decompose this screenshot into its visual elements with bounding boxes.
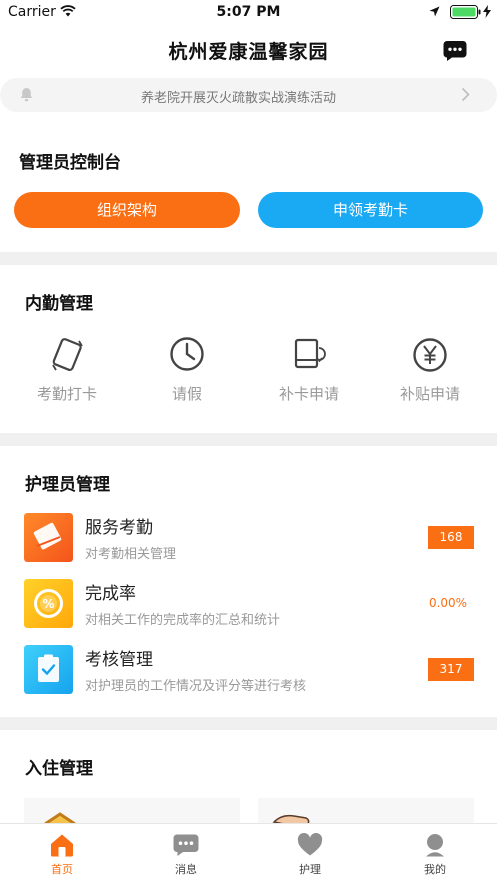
page-title: 杭州爱康温馨家园 xyxy=(168,41,329,63)
profile-icon xyxy=(426,834,444,857)
tab-bar: 首页 消息 护理 我的 xyxy=(0,823,497,883)
service-attendance-row[interactable]: 服务考勤 对考勤相关管理 168 xyxy=(0,508,497,568)
message-icon xyxy=(173,834,199,856)
notice-text: 养老院开展灭火疏散实战演练活动 xyxy=(140,91,336,106)
service-attendance-subtitle: 对考勤相关管理 xyxy=(85,547,177,562)
svg-text:%: % xyxy=(42,597,54,611)
chat-icon[interactable] xyxy=(443,40,467,62)
card-replace-icon xyxy=(294,338,326,369)
section-divider xyxy=(0,252,497,265)
subsidy-item[interactable]: 补贴申请 xyxy=(375,335,485,404)
apply-attendance-card-button[interactable]: 申领考勤卡 xyxy=(258,192,483,228)
clock-icon xyxy=(170,337,204,371)
assessment-icon xyxy=(24,645,73,694)
chevron-right-icon xyxy=(461,87,470,102)
count-badge: 317 xyxy=(428,658,474,681)
charging-bolt-icon xyxy=(483,5,491,18)
attendance-management-title: 内勤管理 xyxy=(25,294,93,314)
location-arrow-icon xyxy=(429,6,440,17)
service-attendance-title: 服务考勤 xyxy=(85,518,153,538)
home-icon xyxy=(51,834,73,857)
assessment-title: 考核管理 xyxy=(85,650,153,670)
completion-rate-row[interactable]: % 完成率 对相关工作的完成率的汇总和统计 0.00% xyxy=(0,574,497,634)
tab-home[interactable]: 首页 xyxy=(0,824,124,883)
punch-card-label: 考勤打卡 xyxy=(36,385,97,403)
heart-icon xyxy=(297,833,323,856)
service-attendance-icon xyxy=(24,513,73,562)
admin-console-title: 管理员控制台 xyxy=(19,153,121,173)
nav-bar: 杭州爱康温馨家园 xyxy=(0,30,497,70)
tab-messages-label: 消息 xyxy=(175,863,197,876)
completion-rate-icon: % xyxy=(24,579,73,628)
leave-label: 请假 xyxy=(171,385,202,403)
card-replacement-item[interactable]: 补卡申请 xyxy=(254,335,364,404)
assessment-subtitle: 对护理员的工作情况及评分等进行考核 xyxy=(85,679,307,694)
completion-rate-subtitle: 对相关工作的完成率的汇总和统计 xyxy=(85,613,281,628)
card-replacement-label: 补卡申请 xyxy=(278,385,339,403)
leave-item[interactable]: 请假 xyxy=(132,335,242,404)
organization-button[interactable]: 组织架构 xyxy=(14,192,240,228)
checkin-management-title: 入住管理 xyxy=(25,759,93,779)
tab-messages[interactable]: 消息 xyxy=(124,824,248,883)
notice-bar[interactable]: 养老院开展灭火疏散实战演练活动 xyxy=(0,78,497,112)
battery-icon xyxy=(450,5,481,19)
yen-icon xyxy=(413,338,447,372)
completion-rate-title: 完成率 xyxy=(85,584,136,604)
status-bar: Carrier 5:07 PM xyxy=(0,0,497,26)
section-divider xyxy=(0,433,497,446)
tab-care[interactable]: 护理 xyxy=(248,824,372,883)
tab-home-label: 首页 xyxy=(51,863,73,876)
assessment-row[interactable]: 考核管理 对护理员的工作情况及评分等进行考核 317 xyxy=(0,640,497,700)
count-badge: 168 xyxy=(428,526,474,549)
tab-care-label: 护理 xyxy=(299,863,321,876)
subsidy-label: 补贴申请 xyxy=(399,385,460,403)
punch-card-item[interactable]: 考勤打卡 xyxy=(12,335,122,404)
tab-profile-label: 我的 xyxy=(424,863,446,876)
tab-profile[interactable]: 我的 xyxy=(373,824,497,883)
punch-card-icon xyxy=(52,338,83,371)
completion-rate-value: 0.00% xyxy=(428,596,468,610)
nurse-management-title: 护理员管理 xyxy=(25,475,110,495)
status-time: 5:07 PM xyxy=(216,4,281,20)
section-divider xyxy=(0,717,497,730)
